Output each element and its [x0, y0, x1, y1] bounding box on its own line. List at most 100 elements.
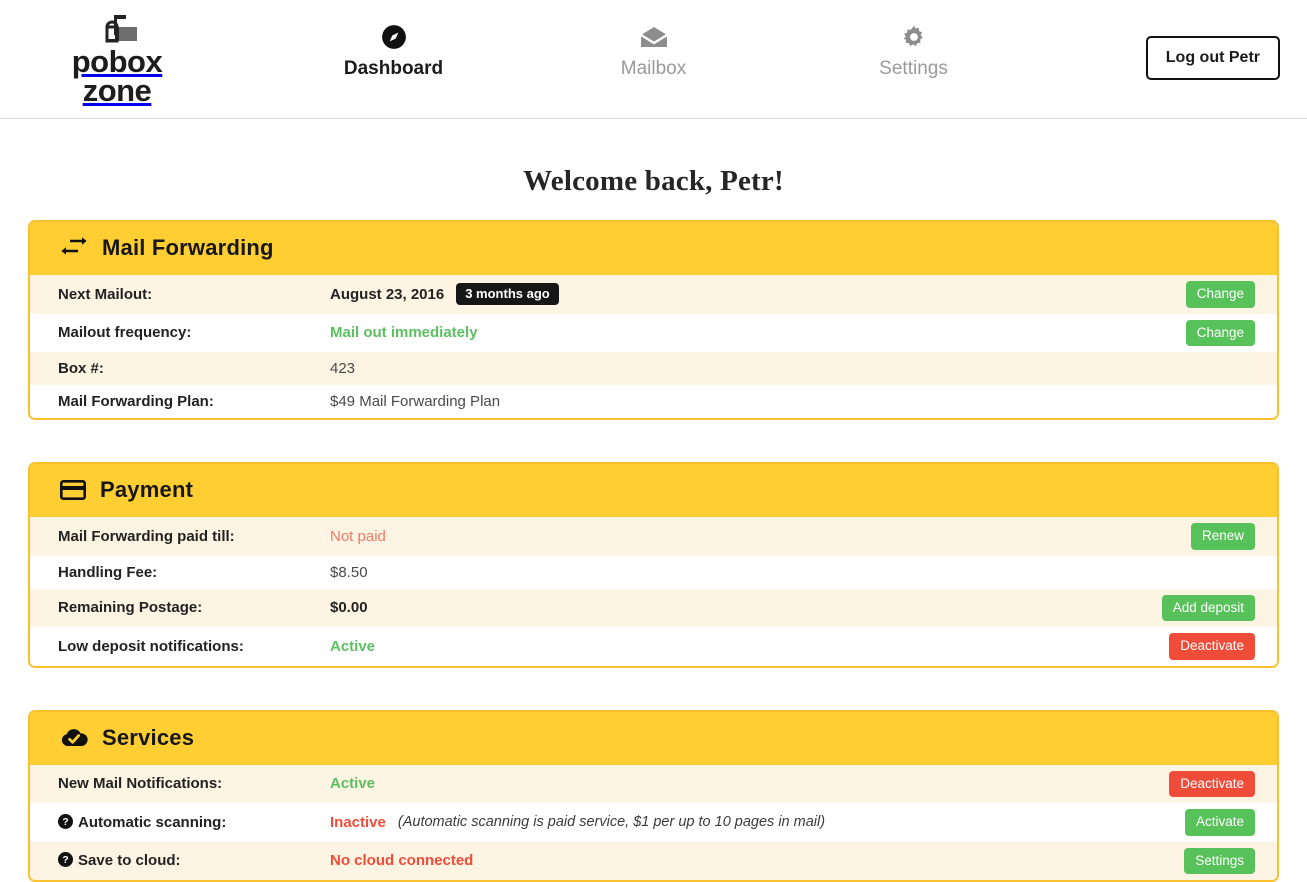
question-circle-icon[interactable]: ? [58, 852, 73, 869]
row-label: Mail Forwarding Plan: [58, 393, 330, 410]
status-badge: 3 months ago [456, 283, 559, 306]
nav-item-mailbox[interactable]: Mailbox [579, 22, 729, 80]
row-label-text: New Mail Notifications: [58, 775, 223, 793]
renew-button[interactable]: Renew [1190, 523, 1255, 550]
row-label-text: Mail Forwarding paid till: [58, 527, 235, 545]
exchange-arrows-icon [61, 237, 87, 255]
question-circle-icon[interactable]: ? [58, 813, 73, 831]
row-label: Box #: [58, 360, 330, 377]
svg-text:?: ? [62, 817, 68, 828]
svg-text:?: ? [62, 856, 68, 867]
row-actions: Deactivate [1169, 770, 1261, 798]
table-row: Low deposit notifications: Active Deactiva… [30, 627, 1277, 666]
row-label: Next Mailout: [58, 286, 330, 303]
gear-icon [839, 22, 989, 52]
row-actions: Change [1185, 281, 1261, 308]
panel-list: Mail Forwarding Next Mailout: August 23, 2… [28, 220, 1279, 882]
panel-services: Services New Mail Notifications: Active Dea… [28, 709, 1279, 882]
row-label: ? Automatic scanning: [58, 813, 330, 831]
row-label: ? Save to cloud: [58, 852, 330, 869]
row-label: Low deposit notifications: [58, 638, 330, 655]
row-label-text: Remaining Postage: [58, 599, 203, 617]
change-button[interactable]: Change [1185, 281, 1255, 308]
row-value-cell: 423 [330, 360, 1255, 377]
logout-button[interactable]: Log out Petr [1145, 36, 1280, 80]
main-content: Welcome back, Petr! Mail Forwarding Next … [0, 165, 1307, 882]
cloud-check-icon [60, 727, 88, 749]
row-label: Handling Fee: [58, 564, 330, 581]
row-value: Active [330, 775, 376, 793]
row-actions: Activate [1184, 809, 1261, 836]
deactivate-button[interactable]: Deactivate [1169, 633, 1255, 660]
row-value-cell: $49 Mail Forwarding Plan [330, 393, 1255, 410]
row-value: No cloud connected [330, 852, 474, 870]
nav-item-dashboard[interactable]: Dashboard [319, 22, 469, 80]
exchange-arrows-icon [60, 236, 88, 260]
table-row: Handling Fee: $8.50 [30, 555, 1277, 589]
row-value: Mail out immediately [330, 324, 478, 342]
page-title: Welcome back, Petr! [523, 165, 784, 197]
envelope-open-icon [579, 22, 729, 52]
panel-header: Mail Forwarding [30, 222, 1277, 275]
row-value-cell: August 23, 2016 3 months ago [330, 283, 1186, 306]
row-actions: Add deposit [1161, 594, 1261, 622]
nav-item-settings[interactable]: Settings [839, 22, 989, 80]
row-value-cell: $8.50 [330, 564, 1255, 581]
row-label-text: Automatic scanning: [78, 813, 227, 831]
nav-label-settings: Settings [879, 58, 948, 79]
row-actions: Deactivate [1169, 633, 1261, 660]
table-row: ? Automatic scanning: Inactive (Automatic s… [30, 803, 1277, 842]
row-actions: Settings [1184, 847, 1261, 875]
row-label-text: Next Mailout: [58, 285, 153, 303]
compass-icon [319, 22, 469, 52]
row-value: Inactive [330, 813, 386, 831]
row-value: August 23, 2016 [330, 285, 445, 303]
top-navigation-bar: pobox zone Dashboard Mailbox Settings Lo… [0, 0, 1307, 119]
row-note: (Automatic scanning is paid service, $1 … [397, 814, 826, 831]
row-value: Active [330, 637, 376, 655]
row-label-text: Box #: [58, 360, 104, 378]
row-value: $49 Mail Forwarding Plan [330, 393, 501, 411]
row-label-text: Mailout frequency: [58, 324, 192, 342]
row-label: Mail Forwarding paid till: [58, 528, 330, 545]
row-value-cell: No cloud connected [330, 852, 1184, 869]
row-value-cell: Mail out immediately [330, 324, 1186, 341]
table-row: Remaining Postage: $0.00 Add deposit [30, 588, 1277, 628]
row-actions: Change [1185, 319, 1261, 347]
brand-line-2: zone [82, 72, 152, 108]
deactivate-button[interactable]: Deactivate [1169, 770, 1255, 798]
panel-header: Payment [30, 464, 1277, 518]
row-value: Not paid [330, 527, 386, 545]
panel-title: Mail Forwarding [102, 235, 274, 260]
credit-card-icon [60, 480, 86, 501]
row-label: New Mail Notifications: [58, 775, 330, 792]
panel-title: Payment [100, 477, 194, 503]
question-circle-icon: ? [58, 852, 73, 868]
cloud-check-icon [61, 728, 88, 746]
brand-wordmark: pobox zone [22, 46, 212, 108]
table-row: Mail Forwarding paid till: Not paid Renew [30, 517, 1277, 556]
row-value-cell: Active [330, 638, 1169, 655]
settings-button[interactable]: Settings [1184, 847, 1255, 875]
table-row: Mailout frequency: Mail out immediately Ch… [30, 313, 1277, 353]
table-row: Box #: 423 [30, 352, 1277, 386]
add-deposit-button[interactable]: Add deposit [1161, 594, 1255, 622]
row-value-cell: $0.00 [330, 599, 1162, 616]
credit-card-icon [60, 479, 86, 501]
row-value-cell: Active [330, 775, 1169, 792]
change-button[interactable]: Change [1185, 319, 1255, 347]
table-row: New Mail Notifications: Active Deactivate [30, 764, 1277, 804]
activate-button[interactable]: Activate [1184, 809, 1255, 836]
table-row: Next Mailout: August 23, 2016 3 months ago… [30, 275, 1277, 314]
nav-label-dashboard: Dashboard [343, 58, 444, 79]
row-label-text: Low deposit notifications: [58, 637, 244, 655]
row-value: $0.00 [330, 599, 368, 617]
panel-title: Services [102, 724, 195, 750]
row-label: Remaining Postage: [58, 599, 330, 616]
panel-payment: Payment Mail Forwarding paid till: Not pai… [28, 462, 1279, 668]
row-label-text: Save to cloud: [78, 852, 181, 870]
nav-label-mailbox: Mailbox [620, 58, 687, 79]
panel-mail-forwarding: Mail Forwarding Next Mailout: August 23, 2… [28, 220, 1279, 421]
brand-logo[interactable]: pobox zone [22, 14, 212, 106]
row-label-text: Handling Fee: [58, 563, 158, 581]
